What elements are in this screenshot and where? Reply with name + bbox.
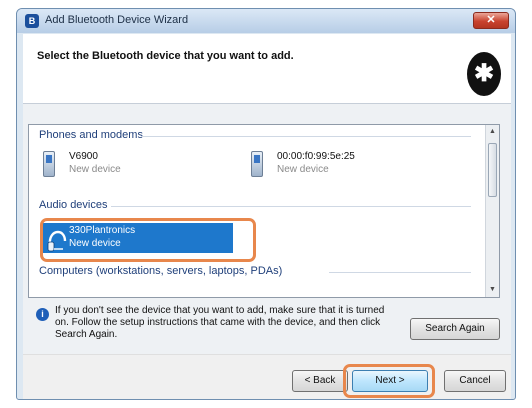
- device-status: New device: [69, 164, 121, 175]
- bluetooth-icon: B: [25, 14, 39, 28]
- close-button[interactable]: ✕: [473, 12, 509, 29]
- list-item-phone-mac[interactable]: 00:00:f0:99:5e:25 New device: [251, 147, 431, 183]
- wizard-header: Select the Bluetooth device that you wan…: [23, 34, 511, 104]
- group-header-audio: Audio devices: [39, 199, 108, 211]
- wizard-footer: [23, 354, 511, 399]
- group-header-computers: Computers (workstations, servers, laptop…: [39, 265, 283, 277]
- title-bar[interactable]: B Add Bluetooth Device Wizard ✕: [17, 9, 515, 33]
- phone-icon: [43, 151, 55, 177]
- scroll-up-icon[interactable]: ▲: [486, 125, 499, 139]
- device-list[interactable]: Phones and modems V6900 New device 00:00…: [28, 124, 500, 298]
- group-divider: [329, 272, 471, 273]
- cancel-button[interactable]: Cancel: [444, 370, 506, 392]
- scrollbar[interactable]: ▲ ▼: [485, 125, 499, 297]
- list-item-phone-v6900[interactable]: V6900 New device: [43, 147, 223, 183]
- device-name: 00:00:f0:99:5e:25: [277, 151, 355, 162]
- next-highlight-annotation: [343, 364, 435, 398]
- window-title: Add Bluetooth Device Wizard: [45, 14, 189, 26]
- scroll-thumb[interactable]: [488, 143, 497, 197]
- selection-highlight-annotation: [40, 218, 256, 262]
- page-title: Select the Bluetooth device that you wan…: [37, 50, 294, 62]
- search-again-button[interactable]: Search Again: [410, 318, 500, 340]
- bluetooth-logo-icon: ✱: [467, 52, 501, 96]
- group-header-phones: Phones and modems: [39, 129, 143, 141]
- device-status: New device: [277, 164, 329, 175]
- phone-icon: [251, 151, 263, 177]
- back-button[interactable]: < Back: [292, 370, 348, 392]
- info-text: If you don't see the device that you wan…: [55, 305, 385, 340]
- device-name: V6900: [69, 151, 98, 162]
- group-divider: [141, 136, 471, 137]
- info-icon: i: [36, 308, 49, 321]
- scroll-down-icon[interactable]: ▼: [486, 283, 499, 297]
- group-divider: [111, 206, 471, 207]
